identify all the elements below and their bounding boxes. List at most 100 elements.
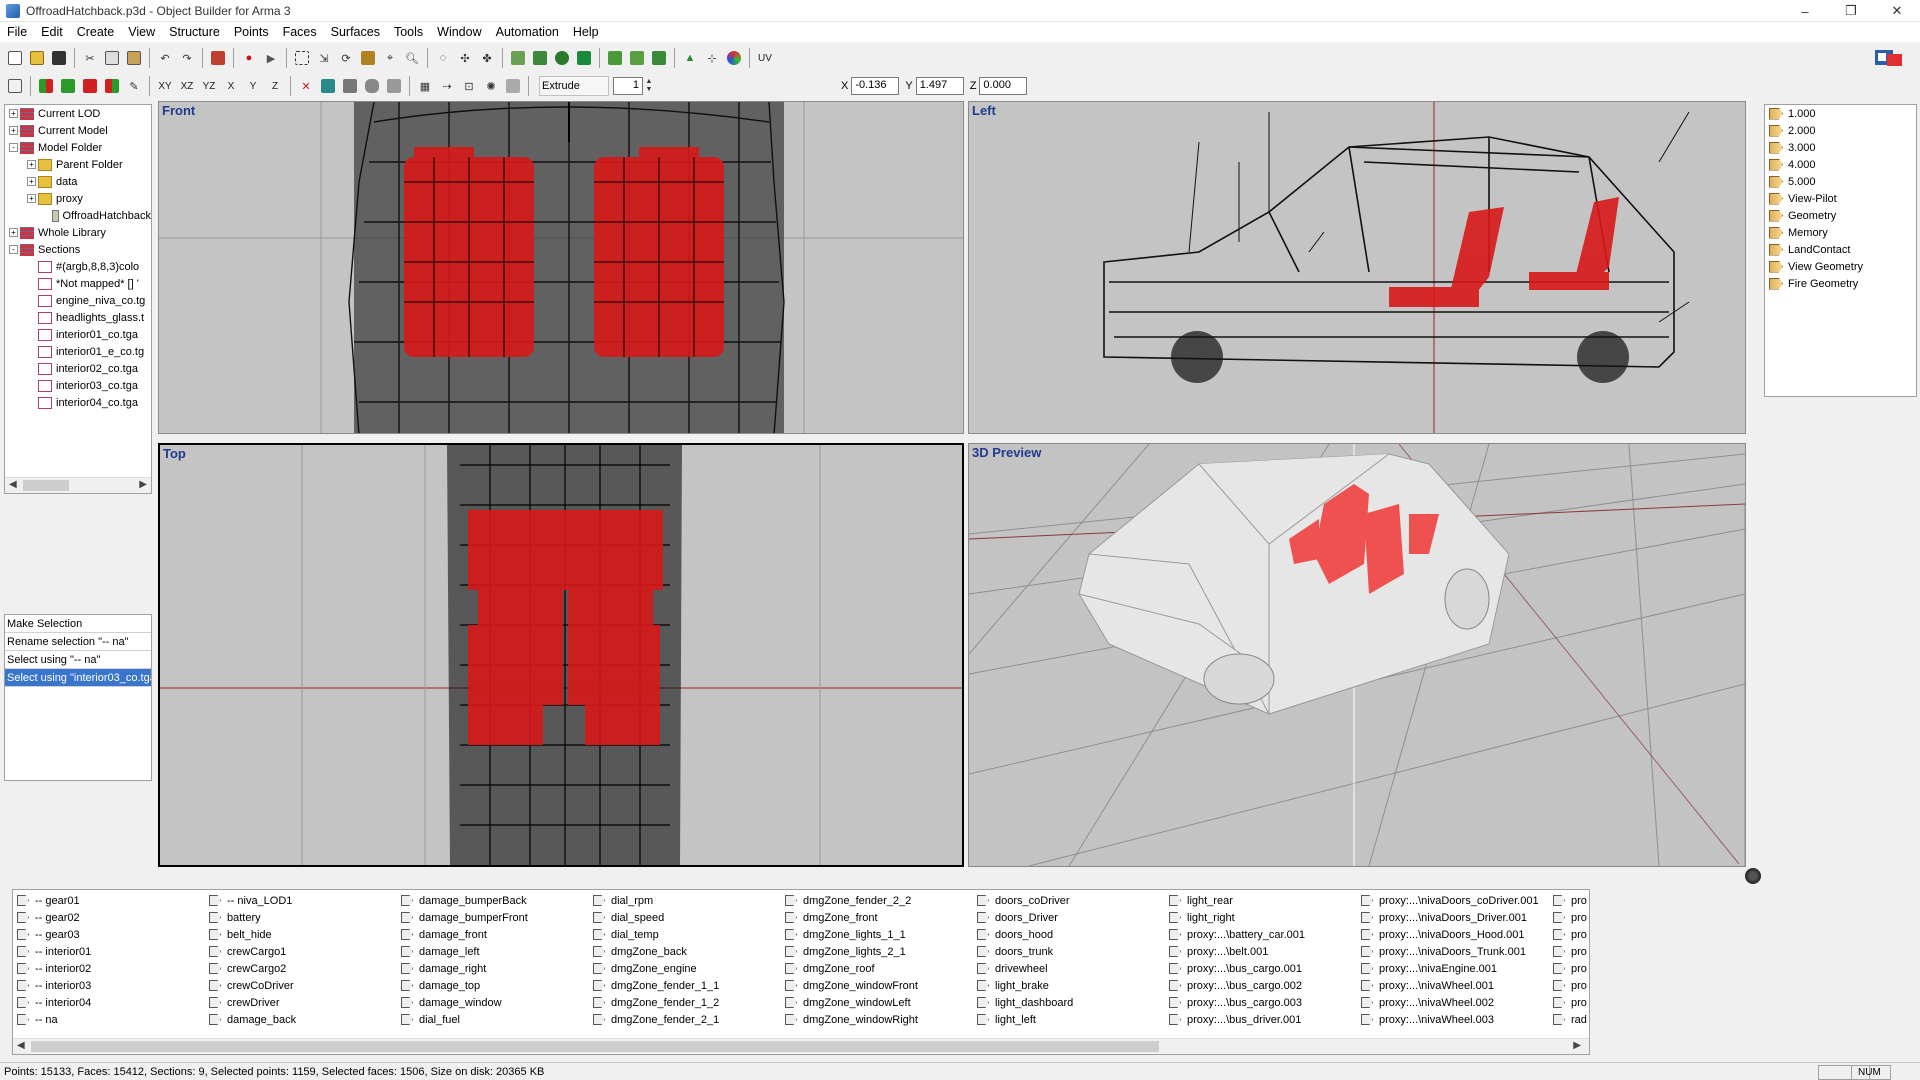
named-selection-item[interactable]: damage_bumperBack (399, 892, 591, 909)
named-selection-item[interactable]: proxy:...\bus_cargo.003 (1167, 994, 1359, 1011)
named-selection-item[interactable]: proxy:...\battery_car.001 (1167, 926, 1359, 943)
coord-y-field[interactable]: 1.497 (915, 77, 964, 95)
green-red-icon[interactable] (36, 76, 56, 96)
named-selection-item[interactable]: damage_back (207, 1011, 399, 1028)
cylinder-icon[interactable] (552, 48, 572, 68)
tree-item[interactable]: #(argb,8,8,3)colo (5, 258, 151, 275)
front-viewport[interactable]: Front (158, 101, 964, 434)
named-selection-item[interactable]: -- interior04 (15, 994, 207, 1011)
cube-icon[interactable] (508, 48, 528, 68)
named-selection-item[interactable]: light_brake (975, 977, 1167, 994)
named-selection-item[interactable]: crewCargo1 (207, 943, 399, 960)
tree-scroll-thumb[interactable] (23, 480, 69, 491)
green-icon[interactable] (58, 76, 78, 96)
tree-item[interactable]: - Sections (5, 241, 151, 258)
wand-icon[interactable]: ✎ (124, 76, 144, 96)
named-selection-item[interactable]: belt_hide (207, 926, 399, 943)
extrude-select[interactable]: Extrude (539, 76, 609, 96)
named-selection-item[interactable]: dmgZone_windowRight (783, 1011, 975, 1028)
menu-surfaces[interactable]: Surfaces (324, 25, 387, 39)
settings-icon[interactable]: ✺ (481, 76, 501, 96)
named-selection-item[interactable]: light_dashboard (975, 994, 1167, 1011)
scroll-left-icon[interactable]: ◀ (9, 479, 17, 490)
named-selection-item[interactable]: light_right (1167, 909, 1359, 926)
named-selection-item[interactable]: dmgZone_fender_2_2 (783, 892, 975, 909)
named-selection-item[interactable]: dial_speed (591, 909, 783, 926)
tree-item[interactable]: interior03_co.tga (5, 377, 151, 394)
named-selection-item[interactable]: proxy:...\nivaDoors_coDriver.001 (1359, 892, 1551, 909)
3d-preview-viewport[interactable]: 3D Preview (968, 443, 1746, 867)
named-selection-item[interactable]: pro (1551, 994, 1589, 1011)
lock-axes-icon[interactable]: ✕ (296, 76, 316, 96)
make-selection-item[interactable]: Make Selection (5, 615, 151, 633)
tree-item[interactable]: headlights_glass.t (5, 309, 151, 326)
named-selection-item[interactable]: light_rear (1167, 892, 1359, 909)
record-icon[interactable]: ● (239, 48, 259, 68)
cone-icon[interactable] (574, 48, 594, 68)
lod-list[interactable]: 1.000 2.000 3.000 4.000 5.000 View-Pilot Geome… (1764, 104, 1917, 397)
menu-file[interactable]: File (0, 25, 34, 39)
tree-item[interactable]: engine_niva_co.tg (5, 292, 151, 309)
menu-view[interactable]: View (121, 25, 162, 39)
tree-item[interactable]: *Not mapped* [] ' (5, 275, 151, 292)
expand-icon[interactable]: + (27, 177, 36, 186)
layers-icon[interactable] (5, 76, 25, 96)
axes-icon[interactable]: ⊹ (702, 48, 722, 68)
lod-item[interactable]: View-Pilot (1765, 190, 1916, 207)
rename-selection-item[interactable]: Rename selection "-- na" (5, 633, 151, 651)
expand-icon[interactable]: + (9, 228, 18, 237)
named-selection-item[interactable]: dmgZone_roof (783, 960, 975, 977)
color-icon[interactable] (724, 48, 744, 68)
left-viewport[interactable]: Left (968, 101, 1746, 434)
named-selection-item[interactable]: dmgZone_lights_2_1 (783, 943, 975, 960)
lod-item[interactable]: 5.000 (1765, 173, 1916, 190)
play-icon[interactable]: ▶ (261, 48, 281, 68)
tree-icon[interactable]: ▲ (680, 48, 700, 68)
named-selection-item[interactable]: damage_front (399, 926, 591, 943)
eraser-icon[interactable] (503, 76, 523, 96)
select-using-texture-item[interactable]: Select using "interior03_co.tga" (5, 669, 151, 687)
coord-x-field[interactable]: -0.136 (851, 77, 900, 95)
named-selection-item[interactable]: damage_top (399, 977, 591, 994)
named-selection-item[interactable]: dial_rpm (591, 892, 783, 909)
move-icon[interactable]: ⇲ (314, 48, 334, 68)
menu-window[interactable]: Window (430, 25, 488, 39)
select-icon[interactable] (292, 48, 312, 68)
mixed-icon[interactable] (102, 76, 122, 96)
named-selection-item[interactable]: proxy:...\bus_cargo.002 (1167, 977, 1359, 994)
lod-item[interactable]: Memory (1765, 224, 1916, 241)
redo-icon[interactable]: ↷ (177, 48, 197, 68)
named-selection-item[interactable]: -- na (15, 1011, 207, 1028)
tree-item[interactable]: + Parent Folder (5, 156, 151, 173)
named-selection-item[interactable]: -- gear01 (15, 892, 207, 909)
lod-item[interactable]: Geometry (1765, 207, 1916, 224)
named-selection-item[interactable]: dmgZone_fender_2_1 (591, 1011, 783, 1028)
vertex-select-icon[interactable]: ✣ (455, 48, 475, 68)
tree-item[interactable]: interior04_co.tga (5, 394, 151, 411)
named-selection-item[interactable]: proxy:...\bus_driver.001 (1167, 1011, 1359, 1028)
snap-icon[interactable] (318, 76, 338, 96)
named-selection-item[interactable]: doors_Driver (975, 909, 1167, 926)
menu-points[interactable]: Points (227, 25, 276, 39)
named-selection-item[interactable]: proxy:...\nivaWheel.003 (1359, 1011, 1551, 1028)
paint-icon[interactable] (358, 48, 378, 68)
save-icon[interactable] (49, 48, 69, 68)
named-selection-item[interactable]: dmgZone_front (783, 909, 975, 926)
merge-icon[interactable] (649, 48, 669, 68)
menu-create[interactable]: Create (70, 25, 122, 39)
menu-structure[interactable]: Structure (162, 25, 227, 39)
named-selection-item[interactable]: proxy:...\bus_cargo.001 (1167, 960, 1359, 977)
collapse-icon[interactable]: - (9, 245, 18, 254)
named-selection-item[interactable]: battery (207, 909, 399, 926)
tree-item[interactable]: - Model Folder (5, 139, 151, 156)
named-selection-item[interactable]: damage_window (399, 994, 591, 1011)
named-selection-item[interactable]: dial_temp (591, 926, 783, 943)
named-selection-item[interactable]: -- interior01 (15, 943, 207, 960)
shape-icon[interactable] (340, 76, 360, 96)
named-selection-item[interactable]: pro (1551, 909, 1589, 926)
lod-item[interactable]: View Geometry (1765, 258, 1916, 275)
expand-icon[interactable]: + (9, 109, 18, 118)
plane-icon[interactable] (384, 76, 404, 96)
tree-item[interactable]: + data (5, 173, 151, 190)
named-selection-item[interactable]: -- gear02 (15, 909, 207, 926)
